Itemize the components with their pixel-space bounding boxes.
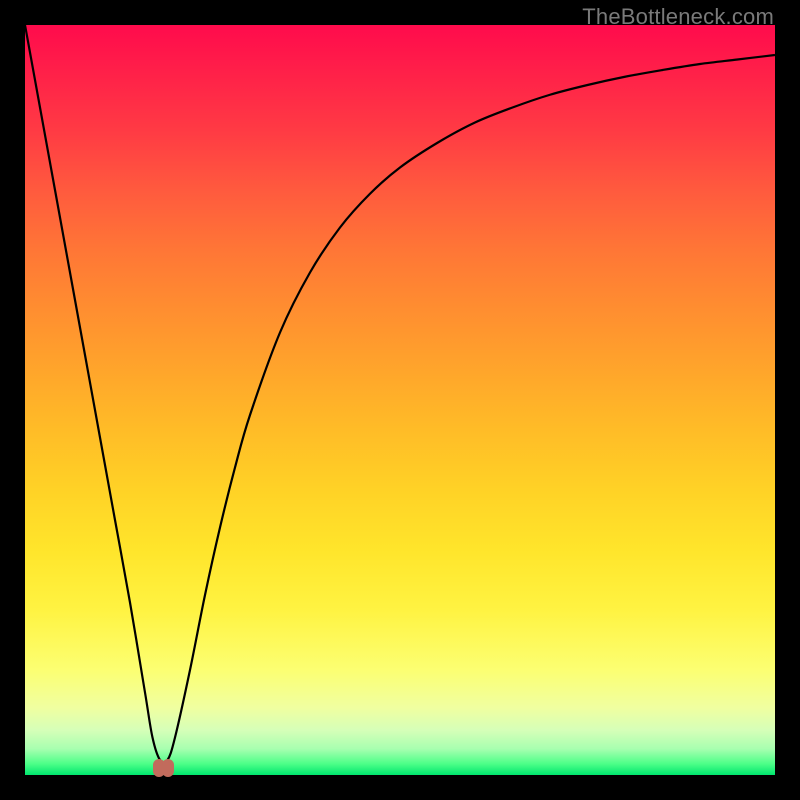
bottleneck-curve — [25, 25, 775, 775]
plot-area — [25, 25, 775, 775]
attribution-text: TheBottleneck.com — [582, 4, 774, 30]
optimal-marker — [153, 757, 175, 779]
